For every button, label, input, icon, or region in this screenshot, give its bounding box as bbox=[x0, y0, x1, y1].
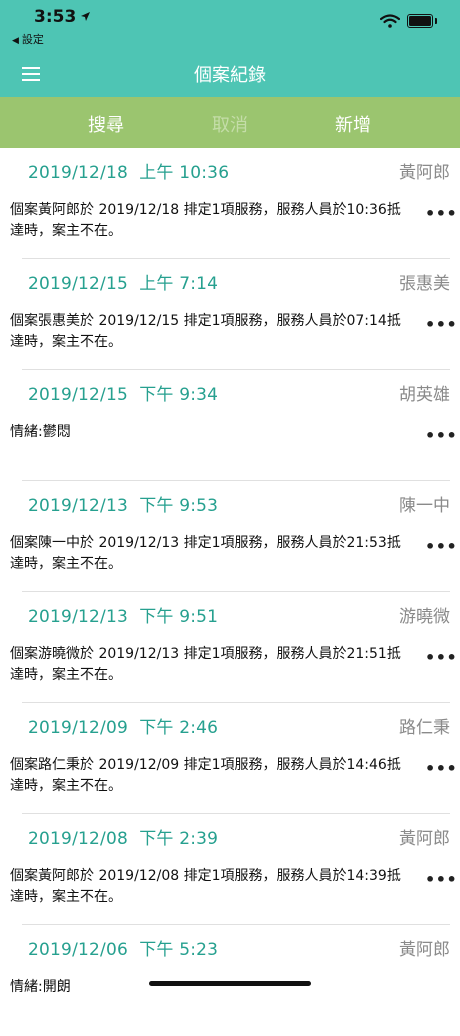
back-triangle-icon: ◀ bbox=[12, 36, 19, 46]
record-client-name: 黃阿郎 bbox=[399, 163, 450, 183]
more-dots-icon[interactable]: ••• bbox=[425, 870, 457, 889]
record-item[interactable]: 2019/12/13 下午 9:51 游曉微 個案游曉微於 2019/12/13… bbox=[0, 592, 460, 703]
more-dots-icon[interactable]: ••• bbox=[425, 426, 457, 445]
record-item[interactable]: 2019/12/15 上午 7:14 張惠美 個案張惠美於 2019/12/15… bbox=[0, 259, 460, 370]
record-client-name: 黃阿郎 bbox=[399, 829, 450, 849]
back-app-label: 設定 bbox=[21, 33, 44, 46]
more-dots-icon[interactable]: ••• bbox=[425, 759, 457, 778]
location-arrow-icon bbox=[81, 12, 90, 21]
record-description: 個案黃阿郎於 2019/12/18 排定1項服務，服務人員於10:36抵達時，案… bbox=[10, 202, 401, 239]
record-item[interactable]: 2019/12/13 下午 9:53 陳一中 個案陳一中於 2019/12/13… bbox=[0, 481, 460, 592]
back-to-settings[interactable]: ◀ 設定 bbox=[12, 31, 44, 47]
action-toolbar: 搜尋 取消 新增 bbox=[0, 97, 460, 148]
record-client-name: 陳一中 bbox=[399, 496, 450, 516]
record-list: 2019/12/18 上午 10:36 黃阿郎 個案黃阿郎於 2019/12/1… bbox=[0, 148, 460, 1036]
page-title: 個案紀錄 bbox=[194, 65, 266, 86]
wifi-icon bbox=[380, 14, 400, 28]
status-bar: 3:53 ◀ 設定 bbox=[0, 0, 460, 50]
more-dots-icon[interactable]: ••• bbox=[425, 315, 457, 334]
record-description: 個案陳一中於 2019/12/13 排定1項服務，服務人員於21:53抵達時，案… bbox=[10, 535, 401, 572]
record-datetime: 2019/12/09 下午 2:46 bbox=[28, 718, 219, 738]
home-indicator[interactable] bbox=[149, 981, 311, 986]
more-dots-icon[interactable]: ••• bbox=[425, 204, 457, 223]
status-time: 3:53 bbox=[34, 7, 77, 27]
more-dots-icon[interactable]: ••• bbox=[425, 537, 457, 556]
add-button[interactable]: 新增 bbox=[335, 111, 371, 137]
record-datetime: 2019/12/18 上午 10:36 bbox=[28, 163, 230, 183]
record-item[interactable]: 2019/12/09 下午 2:46 路仁秉 個案路仁秉於 2019/12/09… bbox=[0, 703, 460, 814]
record-item[interactable]: 2019/12/08 下午 2:39 黃阿郎 個案黃阿郎於 2019/12/08… bbox=[0, 814, 460, 925]
search-button[interactable]: 搜尋 bbox=[88, 111, 124, 137]
record-item[interactable]: 2019/12/15 下午 9:34 胡英雄 情緒:鬱悶 ••• bbox=[0, 370, 460, 481]
record-client-name: 張惠美 bbox=[399, 274, 450, 294]
record-description: 個案路仁秉於 2019/12/09 排定1項服務，服務人員於14:46抵達時，案… bbox=[10, 757, 401, 794]
record-description: 個案黃阿郎於 2019/12/08 排定1項服務，服務人員於14:39抵達時，案… bbox=[10, 868, 401, 905]
record-description: 情緒:鬱悶 bbox=[10, 424, 71, 440]
record-datetime: 2019/12/13 下午 9:51 bbox=[28, 607, 219, 627]
nav-bar: 個案紀錄 bbox=[0, 50, 460, 97]
record-client-name: 胡英雄 bbox=[399, 385, 450, 405]
record-client-name: 路仁秉 bbox=[399, 718, 450, 738]
record-client-name: 黃阿郎 bbox=[399, 940, 450, 960]
record-datetime: 2019/12/08 下午 2:39 bbox=[28, 829, 219, 849]
cancel-button[interactable]: 取消 bbox=[212, 111, 248, 137]
record-datetime: 2019/12/13 下午 9:53 bbox=[28, 496, 219, 516]
record-client-name: 游曉微 bbox=[399, 607, 450, 627]
record-description: 個案張惠美於 2019/12/15 排定1項服務，服務人員於07:14抵達時，案… bbox=[10, 313, 401, 350]
record-datetime: 2019/12/15 上午 7:14 bbox=[28, 274, 219, 294]
record-datetime: 2019/12/06 下午 5:23 bbox=[28, 940, 219, 960]
battery-icon bbox=[407, 14, 437, 28]
record-description: 個案游曉微於 2019/12/13 排定1項服務，服務人員於21:51抵達時，案… bbox=[10, 646, 401, 683]
record-item[interactable]: 2019/12/18 上午 10:36 黃阿郎 個案黃阿郎於 2019/12/1… bbox=[0, 148, 460, 259]
record-datetime: 2019/12/15 下午 9:34 bbox=[28, 385, 219, 405]
more-dots-icon[interactable]: ••• bbox=[425, 648, 457, 667]
